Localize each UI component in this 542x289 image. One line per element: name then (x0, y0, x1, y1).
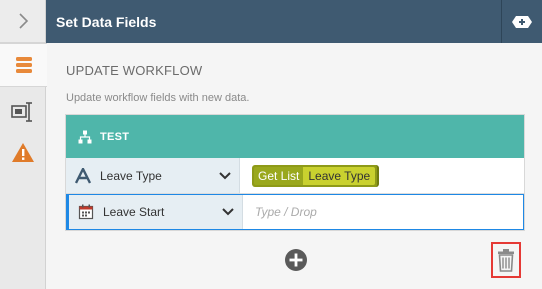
chevron-down-icon (219, 171, 231, 179)
plus-circle-icon (285, 249, 307, 271)
field-dropdown-toggle[interactable] (211, 171, 239, 180)
field-value[interactable]: Get List Leave Type (240, 158, 524, 193)
panel-title: Set Data Fields (56, 13, 157, 30)
chevron-down-icon (222, 208, 234, 216)
chevron-right-icon (18, 13, 28, 29)
add-field-button[interactable] (502, 0, 542, 43)
main-panel: UPDATE WORKFLOW Update workflow fields w… (47, 43, 542, 289)
text-type-icon (75, 167, 91, 184)
panel-header: Set Data Fields (46, 0, 542, 43)
rail-item-warnings[interactable] (0, 130, 46, 174)
warning-icon (12, 143, 34, 162)
card-title: TEST (100, 130, 130, 143)
rail-item-fields[interactable] (0, 43, 48, 87)
calendar-icon (78, 204, 94, 220)
chip-function-label: Get List (254, 166, 304, 185)
list-icon (16, 57, 32, 73)
field-selector[interactable]: Leave Start (69, 195, 243, 229)
text-cursor-icon (11, 102, 32, 122)
expand-rail-button[interactable] (0, 0, 45, 43)
delete-button[interactable] (491, 242, 521, 278)
field-selector[interactable]: Leave Type (66, 158, 240, 193)
add-row-button[interactable] (284, 248, 308, 272)
workflow-card: TEST Leave Type Get List Leave Type Leav… (65, 114, 525, 231)
field-name: Leave Start (103, 205, 165, 219)
value-input[interactable]: Type / Drop (243, 195, 523, 229)
section-description: Update workflow fields with new data. (66, 92, 250, 104)
field-dropdown-toggle[interactable] (214, 208, 242, 216)
left-rail (0, 0, 48, 289)
rail-item-text[interactable] (0, 90, 46, 134)
field-row-leave-start[interactable]: Leave Start Type / Drop (66, 194, 524, 230)
trash-icon (498, 249, 514, 272)
value-placeholder: Type / Drop (255, 205, 317, 219)
add-tag-icon (512, 15, 532, 28)
field-name: Leave Type (100, 168, 162, 183)
card-header: TEST (66, 115, 524, 158)
chip-field-label: Leave Type (303, 166, 376, 185)
section-title: UPDATE WORKFLOW (66, 63, 203, 78)
reference-chip[interactable]: Get List Leave Type (252, 164, 380, 187)
field-row-leave-type[interactable]: Leave Type Get List Leave Type (66, 158, 524, 194)
hierarchy-icon (78, 130, 92, 143)
